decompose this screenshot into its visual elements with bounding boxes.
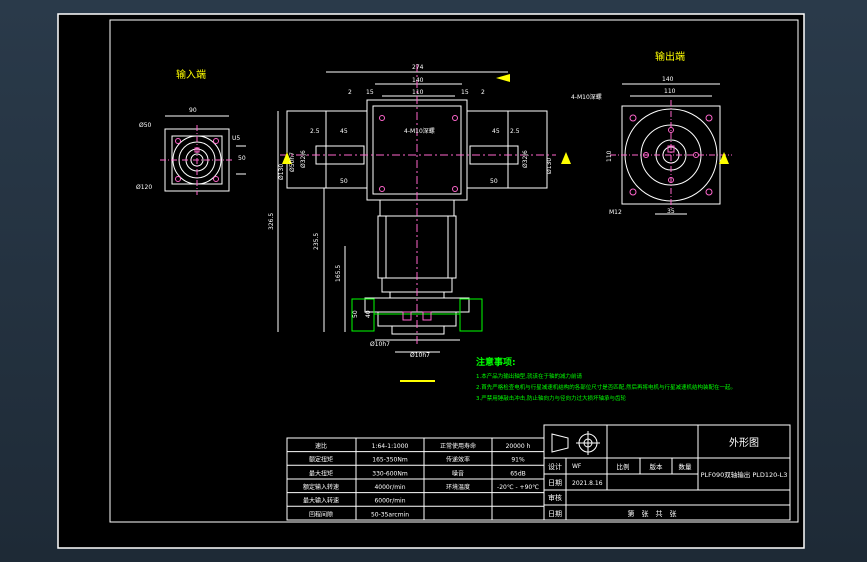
spec-cell: 65dB: [510, 470, 526, 477]
dim-right-140: 140: [662, 76, 674, 83]
spec-cell: 4000r/min: [374, 484, 405, 491]
dim-110: 110: [412, 89, 424, 96]
dim-2-5b: 2.5: [510, 128, 520, 135]
date-label: 日期: [548, 479, 562, 487]
hole-note-front: 4-M10深螺: [404, 127, 435, 135]
notes-title: 注意事项:: [476, 356, 516, 368]
part-name: PLF090双轴输出 PLD120-L3: [701, 470, 788, 479]
dim-right-110: 110: [664, 88, 676, 95]
drawing-sheet: [57, 13, 805, 549]
date-value: 2021.8.16: [572, 480, 603, 487]
spec-cell: 165-350Nm: [372, 457, 408, 464]
notes-line-1: 1.本产品为输出轴型,就该在于轴的减力前请: [476, 372, 582, 380]
dim-45a: 45: [340, 128, 348, 135]
dim-45b: 45: [492, 128, 500, 135]
spec-cell: 50-35arcmin: [371, 511, 409, 518]
notes-line-2: 2.首先严格检查电机与行星减速机结构的各部位尺寸是否匹配,然后再将电机与行星减速…: [476, 383, 736, 391]
dim-right-hole: 4-M10深螺: [571, 93, 602, 101]
dim-15b: 15: [461, 89, 469, 96]
spec-cell: 330-600Nm: [372, 470, 408, 477]
design-label: 设计: [548, 462, 562, 471]
dim-left-d120: Ø120: [136, 184, 152, 191]
dim-right-m12: M12: [609, 209, 622, 216]
dim-d130b: Ø130: [546, 158, 553, 174]
dim-right-35: 35: [667, 208, 675, 215]
dim-2-5a: 2.5: [310, 128, 320, 135]
design-value: WF: [572, 463, 582, 470]
notes-line-3: 3.严禁用锤敲击冲击,防止轴向力与径向力过大损坏轴承与齿轮: [476, 394, 626, 402]
dim-s50: 50: [352, 310, 359, 318]
spec-cell: 回程间隙: [309, 510, 333, 518]
dim-165: 165.5: [335, 265, 342, 282]
dim-d10h7b: Ø10h7: [410, 352, 430, 359]
dim-left-d50: Ø50: [139, 122, 152, 129]
dim-2b: 2: [481, 89, 485, 96]
cad-viewport: 输入端 90 Ø50 U5 50 Ø120 274 140 110 2 15 1…: [0, 0, 867, 562]
dim-right-110v: 110: [606, 150, 613, 162]
dim-d32j6a: Ø32j6: [300, 150, 307, 168]
spec-cell: -20℃ - +90℃: [497, 484, 539, 491]
spec-cell: 额定扭矩: [309, 456, 333, 464]
dim-left-u5: U5: [232, 135, 240, 142]
spec-cell: 环境温度: [446, 483, 470, 491]
dim-235: 235.5: [313, 233, 320, 250]
review-label: 审核: [548, 493, 562, 502]
dim-140: 140: [412, 77, 424, 84]
spec-cell: 最大扭矩: [309, 469, 333, 477]
cad-drawing: 输入端 90 Ø50 U5 50 Ø120 274 140 110 2 15 1…: [57, 13, 805, 549]
dim-326: 326.5: [268, 213, 275, 230]
spec-cell: 91%: [511, 457, 525, 464]
dim-15a: 15: [366, 89, 374, 96]
dim-d50h7a: Ø50h7: [289, 152, 296, 172]
spec-cell: 传递效率: [446, 456, 470, 464]
dim-d10h7: Ø10h7: [370, 341, 390, 348]
spec-cell: 6000r/min: [374, 498, 405, 505]
scale-label: 比例: [617, 462, 630, 471]
dim-s40: 40: [365, 310, 372, 318]
drawing-title: 外形图: [729, 437, 759, 449]
spec-cell: 20000 h: [506, 443, 531, 450]
dim-d130: Ø130: [278, 164, 285, 180]
dim-50b: 50: [490, 178, 498, 185]
spec-cell: 额定输入转速: [303, 483, 339, 491]
dim-left-50: 50: [238, 155, 246, 162]
sheet-counter: 第 张 共 张: [628, 509, 677, 518]
dim-d32j6b: Ø32j6: [522, 150, 529, 168]
date2-label: 日期: [548, 510, 562, 518]
spec-cell: 正常使用寿命: [440, 442, 476, 450]
input-end-label: 输入端: [176, 68, 206, 81]
dim-274: 274: [412, 64, 424, 71]
dim-50a: 50: [340, 178, 348, 185]
spec-cell: 噪音: [452, 469, 464, 477]
spec-cell: 1:64-1:1000: [372, 443, 409, 450]
version-label: 版本: [650, 462, 664, 471]
dim-2a: 2: [348, 89, 352, 96]
output-end-label: 输出端: [655, 50, 685, 63]
dim-left-90: 90: [189, 107, 197, 114]
spec-cell: 速比: [315, 442, 327, 450]
quantity-label: 数量: [679, 462, 693, 471]
spec-cell: 最大输入转速: [303, 497, 339, 505]
